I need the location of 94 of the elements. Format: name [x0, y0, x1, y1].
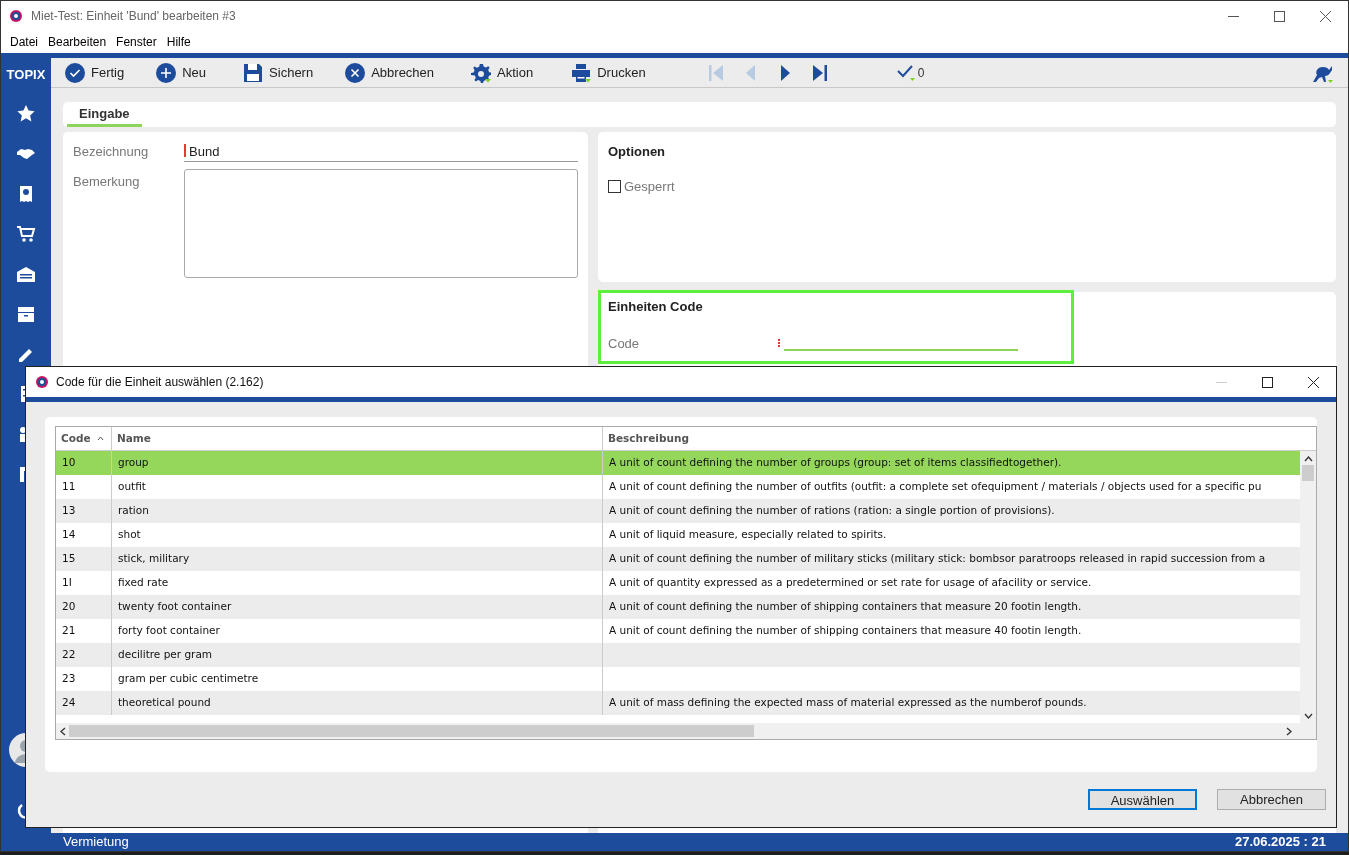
- app-logo-icon: [10, 10, 22, 22]
- maximize-icon[interactable]: [1261, 376, 1273, 388]
- table-cell: A unit of count defining the number of shipping containers that measure 40 footin length.: [609, 623, 1082, 639]
- window-title: Miet-Test: Einheit 'Bund' bearbeiten #3: [31, 8, 236, 25]
- table-cell: gram per cubic centimetre: [118, 671, 259, 687]
- table-row[interactable]: 22 decilitre per gram: [56, 643, 1300, 667]
- table-cell: A unit of count defining the number of military sticks (military stick: bombsor paratroops released in rapid succession from a: [609, 551, 1266, 567]
- cancel-icon: [345, 62, 366, 83]
- table-row[interactable]: 13 ration A unit of count defining the number of rations (ration: a single portion of provisions).: [56, 499, 1300, 523]
- scroll-thumb[interactable]: [69, 725, 754, 737]
- menu-item[interactable]: Fenster: [111, 31, 162, 53]
- section-title: Optionen: [608, 143, 667, 161]
- minimize-icon[interactable]: [1227, 15, 1239, 17]
- table-cell: A unit of count defining the number of rations (ration: a single portion of provisions).: [609, 503, 1055, 519]
- table-cell: A unit of mass defining the expected mass of material expressed as the numberof pounds.: [609, 695, 1087, 711]
- archive-icon[interactable]: [16, 304, 36, 324]
- toolbar-button[interactable]: Neu: [156, 62, 207, 83]
- toolbar-button[interactable]: Aktion: [471, 62, 534, 83]
- toolbar-button[interactable]: Sichern: [243, 62, 314, 83]
- star-icon[interactable]: [16, 104, 36, 124]
- table-cell: A unit of count defining the number of groups (group: set of items classifiedtogether).: [609, 455, 1062, 471]
- table-cell: A unit of liquid measure, especially related to spirits.: [609, 527, 887, 543]
- table-cell: stick, military: [118, 551, 190, 567]
- dialog-button[interactable]: Abbrechen: [1217, 789, 1326, 810]
- field-label: Bemerkung: [73, 173, 141, 191]
- table-cell: A unit of count defining the number of outfits (outfit: a complete set ofequipment / materials / objects used for a specific pu: [609, 479, 1262, 495]
- table-cell: 15: [62, 551, 76, 567]
- scroll-thumb[interactable]: [1302, 465, 1314, 481]
- menu-item[interactable]: Datei: [5, 31, 43, 53]
- garage-icon[interactable]: [16, 264, 36, 284]
- tab[interactable]: Eingabe: [67, 104, 142, 127]
- gear-icon: [471, 62, 492, 83]
- table-cell: decilitre per gram: [118, 647, 213, 663]
- table-cell: forty foot container: [118, 623, 220, 639]
- check-icon[interactable]: [895, 63, 916, 82]
- table-row[interactable]: 15 stick, military A unit of count defining the number of military sticks (military stick: bombsor paratroops released in rapid succession from a: [56, 547, 1300, 571]
- table-cell: 14: [62, 527, 76, 543]
- menu-item[interactable]: Bearbeiten: [43, 31, 112, 53]
- table-cell: A unit of quantity expressed as a predetermined or set rate for usage of afacility or service.: [609, 575, 1092, 591]
- field-label: Bezeichnung: [73, 143, 150, 161]
- remark-field[interactable]: [184, 169, 578, 278]
- required-marker: [778, 338, 780, 348]
- table-cell: 22: [62, 647, 76, 663]
- brand-logo: TOPIX: [6, 66, 46, 83]
- checkbox-label: Gesperrt: [624, 177, 675, 196]
- horizontal-scrollbar[interactable]: [56, 723, 1316, 739]
- cart-icon[interactable]: [16, 224, 36, 244]
- vertical-scrollbar[interactable]: [1300, 451, 1316, 723]
- checkbox[interactable]: [608, 179, 621, 193]
- table-cell: 1I: [62, 575, 72, 591]
- field-label: Code: [608, 334, 641, 353]
- table-cell: 10: [62, 455, 76, 471]
- check-circle-icon: [65, 62, 85, 83]
- section-title: Einheiten Code: [608, 298, 704, 316]
- table-cell: twenty foot container: [118, 599, 232, 615]
- plus-circle-icon: [156, 62, 177, 83]
- status-text: Vermietung: [63, 833, 129, 852]
- table-cell: 11: [62, 479, 76, 495]
- table-cell: fixed rate: [118, 575, 169, 591]
- table-cell: 23: [62, 671, 76, 687]
- table-cell: group: [118, 455, 149, 471]
- table-cell: A unit of count defining the number of shipping containers that measure 20 footin length.: [609, 599, 1082, 615]
- table-cell: 21: [62, 623, 76, 639]
- table-cell: outfit: [118, 479, 146, 495]
- text-field[interactable]: Bund: [184, 142, 578, 162]
- toolbar-button[interactable]: Drucken: [571, 62, 646, 83]
- dialog-button[interactable]: Auswählen: [1088, 789, 1197, 810]
- table-cell: shot: [118, 527, 141, 543]
- required-marker: [184, 144, 186, 157]
- close-icon[interactable]: [1307, 376, 1319, 388]
- table-row[interactable]: 10 group A unit of count defining the number of groups (group: set of items classifiedtogether).: [56, 451, 1300, 475]
- toolbar-button[interactable]: Abbrechen: [345, 62, 435, 83]
- check-count: 0: [917, 64, 925, 82]
- app-logo-icon: [36, 376, 48, 388]
- status-date: 27.06.2025 : 21: [1234, 833, 1326, 852]
- table-cell: 13: [62, 503, 76, 519]
- dialog-title: Code für die Einheit auswählen (2.162): [56, 374, 264, 391]
- scroll-right-icon[interactable]: [1286, 726, 1292, 736]
- menu-item[interactable]: Hilfe: [161, 31, 196, 53]
- table-row[interactable]: 20 twenty foot container A unit of count defining the number of shipping containers that measure 20 footin length.: [56, 595, 1300, 619]
- printer-icon: [571, 62, 592, 83]
- close-icon[interactable]: [1319, 10, 1331, 22]
- table-cell: theoretical pound: [118, 695, 211, 711]
- scroll-up-icon[interactable]: [1303, 456, 1313, 462]
- scroll-down-icon[interactable]: [1303, 713, 1313, 719]
- table-cell: 24: [62, 695, 76, 711]
- table-row[interactable]: 24 theoretical pound A unit of mass defining the expected mass of material expressed as the numberof pounds.: [56, 691, 1300, 715]
- save-icon: [243, 62, 264, 83]
- field-value: Bund: [189, 143, 220, 161]
- table-cell: ration: [118, 503, 149, 519]
- maximize-icon[interactable]: [1273, 10, 1285, 22]
- scroll-left-icon[interactable]: [60, 726, 66, 736]
- table-cell: 20: [62, 599, 76, 615]
- toolbar-button[interactable]: Fertig: [65, 62, 125, 83]
